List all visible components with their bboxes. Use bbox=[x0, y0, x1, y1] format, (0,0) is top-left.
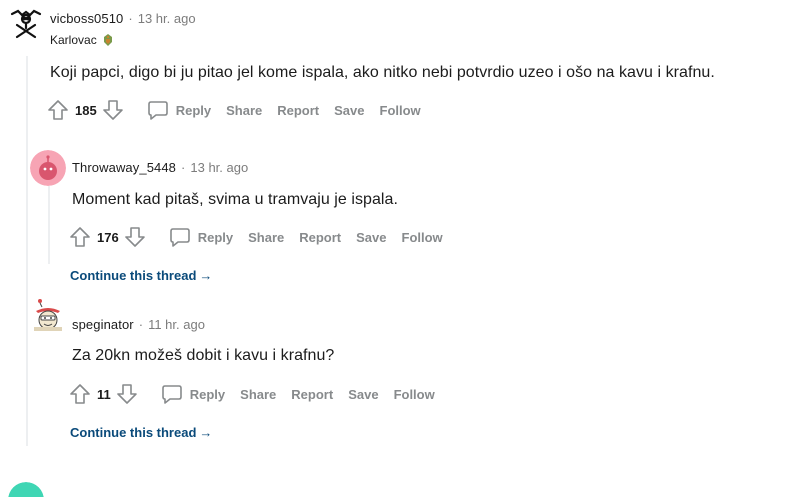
thread-line-main[interactable] bbox=[26, 56, 28, 446]
follow-button[interactable]: Follow bbox=[380, 103, 421, 118]
downvote-button[interactable] bbox=[101, 98, 125, 122]
avatar[interactable] bbox=[8, 6, 44, 42]
thread-line-reply-1[interactable] bbox=[48, 186, 50, 264]
meta-separator: · bbox=[181, 160, 186, 175]
share-button[interactable]: Share bbox=[248, 230, 284, 245]
reply-label: Reply bbox=[189, 386, 226, 402]
upvote-arrow-icon bbox=[70, 384, 90, 404]
downvote-arrow-icon bbox=[124, 227, 145, 247]
comment-meta: Throwaway_5448 · 13 hr. ago bbox=[72, 160, 248, 175]
upvote-arrow-icon bbox=[70, 227, 90, 247]
flair-text: Karlovac bbox=[50, 33, 97, 47]
continue-thread-link[interactable]: Continue this thread → bbox=[70, 268, 212, 283]
vote-score: 11 bbox=[97, 386, 111, 402]
downvote-button[interactable] bbox=[123, 225, 147, 249]
username[interactable]: speginator bbox=[72, 317, 134, 332]
share-button[interactable]: Share bbox=[226, 103, 262, 118]
avatar[interactable] bbox=[8, 482, 44, 497]
comment-actions: 176 Reply Share Report Save Follow bbox=[68, 223, 443, 251]
meta-separator: · bbox=[138, 317, 144, 332]
username[interactable]: vicboss0510 bbox=[50, 11, 123, 26]
upvote-arrow-icon bbox=[48, 100, 68, 120]
continue-thread-label: Continue this thread bbox=[70, 425, 197, 440]
user-flair: Karlovac bbox=[50, 33, 115, 47]
avatar[interactable] bbox=[30, 297, 66, 333]
comment-bubble-icon bbox=[161, 385, 182, 404]
timestamp[interactable]: 11 hr. ago bbox=[148, 317, 205, 332]
save-button[interactable]: Save bbox=[334, 103, 364, 118]
reply-button[interactable]: Reply bbox=[147, 99, 211, 121]
arrow-right-icon: → bbox=[199, 425, 213, 440]
comment-actions: 185 Reply Share Report Save Follow bbox=[46, 96, 421, 124]
report-button[interactable]: Report bbox=[291, 387, 333, 402]
share-button[interactable]: Share bbox=[240, 387, 276, 402]
reply-label: Reply bbox=[197, 229, 234, 245]
comment-bubble-icon bbox=[147, 101, 168, 120]
avatar[interactable] bbox=[30, 150, 66, 186]
report-button[interactable]: Report bbox=[277, 103, 319, 118]
save-button[interactable]: Save bbox=[356, 230, 386, 245]
continue-thread-label: Continue this thread bbox=[70, 268, 197, 283]
timestamp[interactable]: 13 hr. ago bbox=[138, 11, 196, 26]
comment-actions: 11 Reply Share Report Save Follow bbox=[68, 380, 435, 408]
comment-bubble-icon bbox=[169, 228, 190, 247]
downvote-arrow-icon bbox=[102, 100, 123, 120]
follow-button[interactable]: Follow bbox=[394, 387, 435, 402]
upvote-button[interactable] bbox=[68, 225, 92, 249]
downvote-arrow-icon bbox=[116, 384, 137, 404]
save-button[interactable]: Save bbox=[348, 387, 378, 402]
comment-meta: vicboss0510 · 13 hr. ago bbox=[50, 11, 196, 26]
upvote-button[interactable] bbox=[46, 98, 70, 122]
coat-of-arms-icon bbox=[101, 33, 115, 47]
reply-button[interactable]: Reply bbox=[169, 226, 233, 248]
timestamp[interactable]: 13 hr. ago bbox=[190, 160, 248, 175]
reply-label: Reply bbox=[175, 102, 212, 118]
upvote-button[interactable] bbox=[68, 382, 92, 406]
meta-separator: · bbox=[128, 11, 133, 26]
reply-button[interactable]: Reply bbox=[161, 383, 225, 405]
comment-meta: speginator · 11 hr. ago bbox=[72, 317, 205, 332]
comment-body: Za 20kn možeš dobit i kavu i krafnu? bbox=[72, 347, 335, 364]
downvote-button[interactable] bbox=[115, 382, 139, 406]
comment-body: Koji papci, digo bi ju pitao jel kome is… bbox=[50, 64, 715, 81]
report-button[interactable]: Report bbox=[299, 230, 341, 245]
follow-button[interactable]: Follow bbox=[402, 230, 443, 245]
vote-score: 185 bbox=[75, 102, 97, 118]
username[interactable]: Throwaway_5448 bbox=[72, 160, 176, 175]
continue-thread-link[interactable]: Continue this thread → bbox=[70, 425, 212, 440]
vote-score: 176 bbox=[97, 229, 119, 245]
comment-body: Moment kad pitaš, svima u tramvaju je is… bbox=[72, 191, 398, 208]
arrow-right-icon: → bbox=[199, 268, 213, 283]
